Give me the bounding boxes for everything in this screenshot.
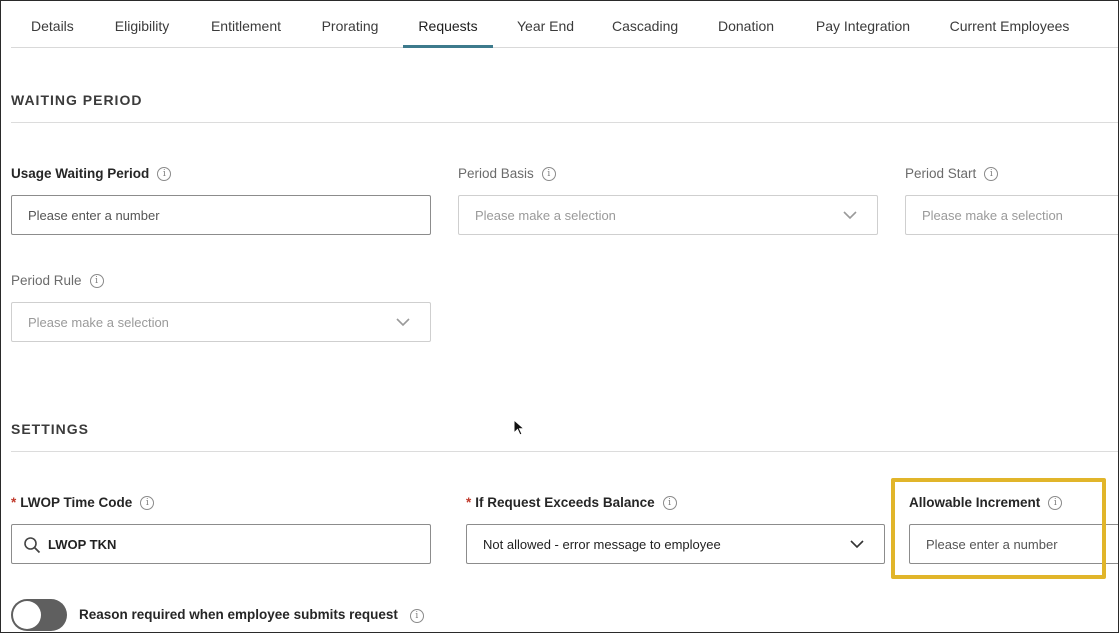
toggle-knob <box>13 601 41 629</box>
usage-waiting-period-input[interactable]: Please enter a number <box>11 195 431 235</box>
search-icon <box>23 536 41 557</box>
if-request-exceeds-balance-label-text: If Request Exceeds Balance <box>475 495 655 510</box>
lwop-time-code-label-text: LWOP Time Code <box>20 495 133 510</box>
tab-eligibility[interactable]: Eligibility <box>114 1 170 47</box>
tab-donation[interactable]: Donation <box>717 1 775 47</box>
period-rule-select[interactable]: Please make a selection <box>11 302 431 342</box>
period-basis-label: Period Basis i <box>458 166 556 181</box>
tab-year-end[interactable]: Year End <box>517 1 574 47</box>
info-icon[interactable]: i <box>409 609 424 623</box>
info-icon[interactable]: i <box>984 166 999 181</box>
info-icon[interactable]: i <box>541 166 556 181</box>
tab-pay-integration[interactable]: Pay Integration <box>815 1 911 47</box>
app-frame: Details Eligibility Entitlement Proratin… <box>0 0 1119 633</box>
if-request-exceeds-balance-label: * If Request Exceeds Balance i <box>466 495 677 510</box>
period-rule-placeholder: Please make a selection <box>28 314 169 330</box>
lwop-time-code-label: * LWOP Time Code i <box>11 495 155 510</box>
period-rule-label-text: Period Rule <box>11 273 82 288</box>
info-icon[interactable]: i <box>140 495 155 510</box>
period-start-select[interactable]: Please make a selection <box>905 195 1118 235</box>
period-basis-placeholder: Please make a selection <box>475 207 616 223</box>
usage-waiting-period-label: Usage Waiting Period i <box>11 166 172 181</box>
usage-waiting-period-label-text: Usage Waiting Period <box>11 166 150 181</box>
if-request-exceeds-balance-value: Not allowed - error message to employee <box>483 536 721 552</box>
required-marker: * <box>11 495 17 510</box>
tab-requests[interactable]: Requests <box>403 1 493 48</box>
info-icon[interactable]: i <box>157 166 172 181</box>
period-basis-label-text: Period Basis <box>458 166 534 181</box>
mouse-pointer-icon <box>513 418 526 437</box>
info-icon[interactable]: i <box>662 495 677 510</box>
reason-required-label-text: Reason required when employee submits re… <box>79 606 398 622</box>
reason-required-label: Reason required when employee submits re… <box>79 605 424 623</box>
tab-cascading[interactable]: Cascading <box>612 1 678 47</box>
tab-bar: Details Eligibility Entitlement Proratin… <box>11 1 1118 48</box>
reason-required-toggle[interactable] <box>11 599 67 631</box>
usage-waiting-period-placeholder: Please enter a number <box>28 207 160 223</box>
section-title-waiting-period: WAITING PERIOD <box>11 92 143 108</box>
period-start-label: Period Start i <box>905 166 999 181</box>
section-title-settings: SETTINGS <box>11 421 90 437</box>
tab-current-employees[interactable]: Current Employees <box>949 1 1070 47</box>
required-marker: * <box>466 495 472 510</box>
chevron-down-icon <box>850 537 864 551</box>
period-basis-select[interactable]: Please make a selection <box>458 195 878 235</box>
highlight-box <box>891 478 1106 579</box>
info-icon[interactable]: i <box>89 273 104 288</box>
section-divider <box>11 122 1118 123</box>
period-start-placeholder: Please make a selection <box>922 207 1063 223</box>
tab-entitlement[interactable]: Entitlement <box>210 1 282 47</box>
tab-details[interactable]: Details <box>31 1 74 47</box>
tab-prorating[interactable]: Prorating <box>321 1 379 47</box>
section-divider <box>11 451 1118 452</box>
period-rule-label: Period Rule i <box>11 273 104 288</box>
chevron-down-icon <box>396 315 410 329</box>
if-request-exceeds-balance-select[interactable]: Not allowed - error message to employee <box>466 524 885 564</box>
lwop-time-code-input[interactable]: LWOP TKN <box>11 524 431 564</box>
period-start-label-text: Period Start <box>905 166 977 181</box>
chevron-down-icon <box>843 208 857 222</box>
